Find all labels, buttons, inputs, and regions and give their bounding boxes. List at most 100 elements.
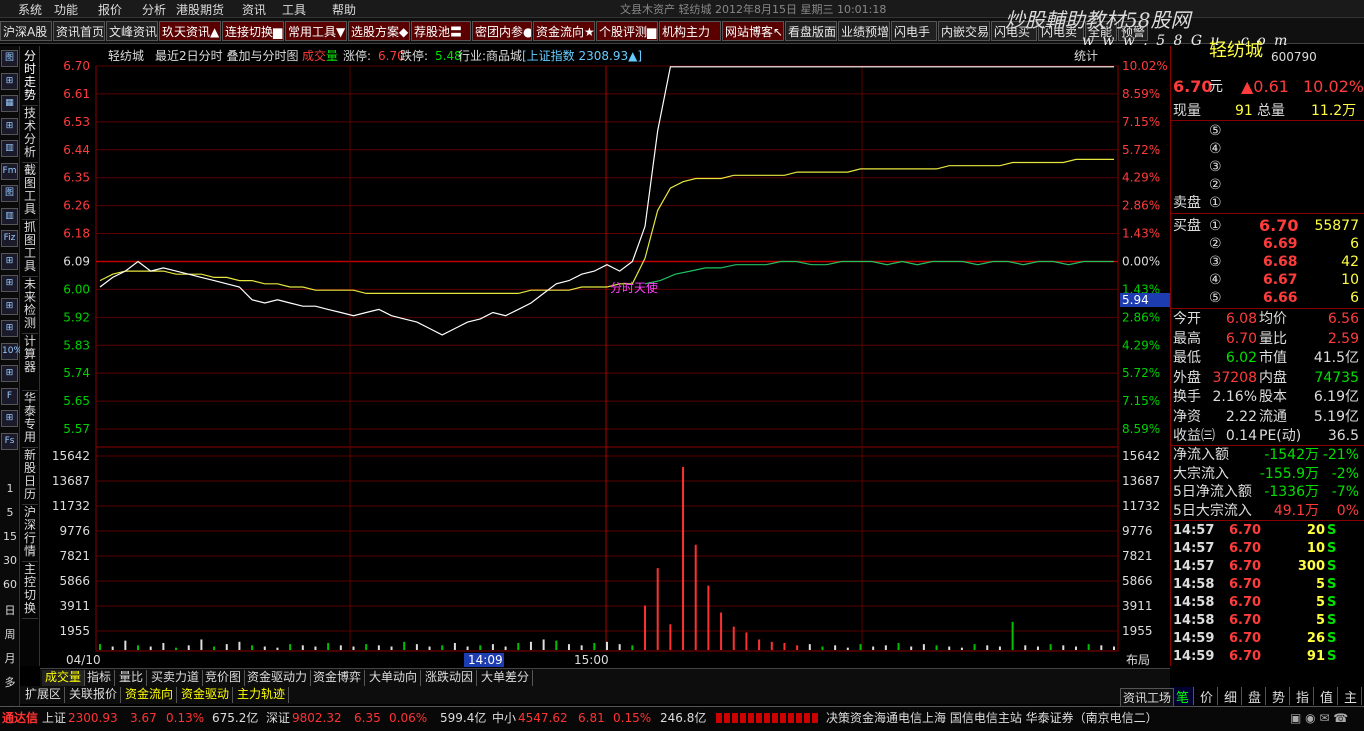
indicator-tab-4[interactable]: 竞价图 [202, 670, 246, 686]
stat-label-1-a: 最高 [1173, 330, 1201, 347]
indicator-tab-8[interactable]: 涨跌动因 [422, 670, 478, 686]
period-button-5[interactable]: 日 [0, 602, 20, 618]
side-tab-8[interactable]: 沪深行情 [22, 506, 38, 562]
vol-tick-5: 5866 [59, 574, 90, 588]
side-tab-3[interactable]: 抓图工具 [22, 221, 38, 277]
period-button-2[interactable]: 15 [0, 530, 20, 543]
toolbar-tab-13[interactable]: 看盘版面 [785, 21, 837, 41]
toolbar-tab-6[interactable]: 选股方案◆ [348, 21, 410, 41]
quote-tab-3[interactable]: 盘 [1244, 687, 1266, 706]
period-button-3[interactable]: 30 [0, 554, 20, 567]
tool-icon-13[interactable]: 10% [1, 342, 22, 360]
sh-index-pct: 0.13% [166, 711, 205, 725]
period-button-8[interactable]: 多 [0, 674, 20, 690]
extension-tab-4[interactable]: 主力轨迹 [234, 687, 290, 703]
toolbar-tab-11[interactable]: 机构主力 [659, 21, 721, 41]
quote-tab-7[interactable]: 主 [1340, 687, 1362, 706]
tool-icon-15[interactable]: F [1, 387, 18, 405]
quote-volume-row: 现量 91 总量 11.2万 [1173, 102, 1363, 120]
tool-icon-7[interactable]: ▥ [1, 207, 18, 225]
menu-item-2[interactable]: 报价 [98, 1, 122, 18]
trade-tick-row-0: 14:57 6.70 20 S [1173, 522, 1363, 540]
extension-tab-0[interactable]: 扩展区 [22, 687, 66, 703]
tool-icon-14[interactable]: ⊞ [1, 365, 18, 382]
tool-icon-6[interactable]: 图 [1, 185, 18, 202]
menu-item-1[interactable]: 功能 [54, 1, 78, 18]
indicator-tab-2[interactable]: 量比 [116, 670, 148, 686]
indicator-tab-6[interactable]: 资金博弈 [310, 670, 366, 686]
tool-icon-11[interactable]: ⊞ [1, 297, 18, 315]
toolbar-tab-2[interactable]: 文峰资讯 [106, 21, 158, 41]
toolbar-tab-14[interactable]: 业绩预增 [838, 21, 890, 41]
extension-tab-3[interactable]: 资金驱动 [178, 687, 234, 703]
menu-item-6[interactable]: 工具 [282, 1, 306, 18]
indicator-tab-3[interactable]: 买卖力道 [148, 670, 204, 686]
period-button-1[interactable]: 5 [0, 506, 20, 519]
toolbar-tab-5[interactable]: 常用工具▼ [285, 21, 347, 41]
menu-item-5[interactable]: 资讯 [242, 1, 266, 18]
indicator-tab-0[interactable]: 成交量 [42, 670, 86, 686]
quote-tab-1[interactable]: 价 [1196, 687, 1218, 706]
toolbar-tab-9[interactable]: 资金流向★ [533, 21, 595, 41]
toolbar-tab-8[interactable]: 密团内参● [472, 21, 532, 41]
toolbar-tab-0[interactable]: 沪深A股 [0, 21, 52, 41]
tool-icon-16[interactable]: ⊞ [1, 410, 18, 427]
toolbar-tab-4[interactable]: 连接切换▆ [222, 21, 284, 41]
vol-tick-right-7: 1955 [1122, 624, 1153, 638]
side-tab-2[interactable]: 截图工具 [22, 164, 38, 220]
quote-tab-2[interactable]: 细 [1220, 687, 1242, 706]
toolbar-tab-3[interactable]: 玖天资讯▲ [159, 21, 221, 41]
tool-icon-10[interactable]: ⊞ [1, 275, 18, 292]
side-tab-6[interactable]: 华泰专用 [22, 392, 38, 448]
extension-tab-2[interactable]: 资金流向 [122, 687, 178, 703]
tool-icon-1[interactable]: ⊞ [1, 72, 18, 90]
toolbar-tab-12[interactable]: 网站博客↖ [722, 21, 784, 41]
tool-icon-3[interactable]: ⊞ [1, 117, 18, 135]
tool-icon-9[interactable]: ⊞ [1, 252, 18, 270]
period-button-4[interactable]: 60 [0, 578, 20, 591]
tool-icon-2[interactable]: ▦ [1, 95, 18, 112]
indicator-tab-1[interactable]: 指标 [84, 670, 116, 686]
flow-row-1: 大宗流入 -155.9万 -2% [1173, 465, 1363, 483]
toolbar-tab-7[interactable]: 荐股池〓 [411, 21, 471, 41]
period-button-0[interactable]: 1 [0, 482, 20, 495]
side-tab-1[interactable]: 技术分析 [22, 107, 38, 163]
info-factory-button[interactable]: 资讯工场 [1120, 688, 1175, 707]
intraday-chart[interactable]: 6.70 10.02% 6.61 8.59% 6.53 7.15% 6.44 5.72% 6.3… [40, 46, 1170, 668]
vol-tick-right-6: 3911 [1122, 599, 1153, 613]
menu-item-0[interactable]: 系统 [18, 1, 42, 18]
toolbar-tab-10[interactable]: 个股评测▆ [596, 21, 658, 41]
quote-tab-5[interactable]: 指 [1292, 687, 1314, 706]
tick-volume-6: 26 [1306, 631, 1325, 646]
quote-tab-4[interactable]: 势 [1268, 687, 1290, 706]
side-tab-5[interactable]: 计算器 [22, 335, 38, 391]
indicator-tab-5[interactable]: 资金驱动力 [244, 670, 312, 686]
tool-icon-4[interactable]: ▥ [1, 140, 18, 157]
menu-item-3[interactable]: 分析 [142, 1, 166, 18]
toolbar-tab-16[interactable]: 内嵌交易 [938, 21, 990, 41]
toolbar-tab-1[interactable]: 资讯首页 [53, 21, 105, 41]
indicator-tab-7[interactable]: 大单动向 [366, 670, 422, 686]
period-button-6[interactable]: 周 [0, 626, 20, 642]
tool-icon-0[interactable]: 图 [1, 50, 18, 67]
side-tab-4[interactable]: 未来检测 [22, 278, 38, 334]
indicator-tab-9[interactable]: 大单差分 [478, 670, 534, 686]
stat-label-6-a: 收益㈢ [1173, 428, 1215, 444]
menu-item-7[interactable]: 帮助 [332, 1, 356, 18]
quote-tab-6[interactable]: 值 [1316, 687, 1338, 706]
toolbar-tab-15[interactable]: 闪电手 [891, 21, 937, 41]
quote-tab-0[interactable]: 笔 [1172, 687, 1194, 706]
period-button-7[interactable]: 月 [0, 650, 20, 666]
status-icons[interactable]: ▣ ◉ ✉ ☎ [1290, 707, 1348, 729]
news-ticker[interactable]: 决策资金海通电信上海 国信电信主站 华泰证券（南京电信二） [826, 707, 1158, 729]
tool-icon-12[interactable]: ⊞ [1, 320, 18, 337]
side-tab-9[interactable]: 主控切换 [22, 563, 38, 619]
tool-icon-17[interactable]: Fs [1, 432, 18, 450]
side-tab-7[interactable]: 新股日历 [22, 449, 38, 505]
bid-level-4: ⑤ [1209, 290, 1222, 306]
extension-tab-1[interactable]: 关联报价 [66, 687, 122, 703]
tool-icon-5[interactable]: Fm [1, 162, 18, 180]
side-tab-0[interactable]: 分时走势 [22, 50, 38, 106]
menu-item-4[interactable]: 港股期货 [176, 1, 224, 18]
tool-icon-8[interactable]: Fiz [1, 230, 18, 247]
